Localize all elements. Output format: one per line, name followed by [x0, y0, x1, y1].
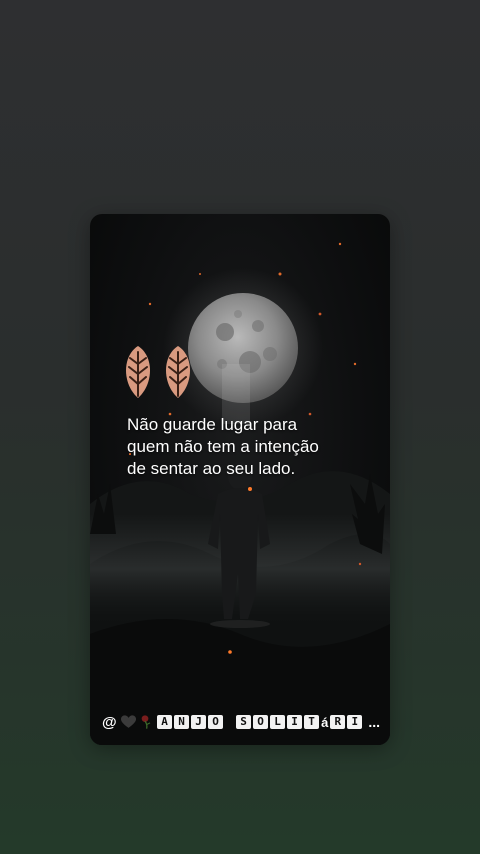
quote-line-1: Não guarde lugar para: [127, 415, 298, 434]
letter-box: S: [236, 715, 252, 729]
black-heart-icon: [120, 715, 136, 728]
quote-line-3: de sentar ao seu lado.: [127, 459, 296, 478]
wilted-rose-icon: [141, 715, 150, 729]
letter-box: T: [304, 715, 320, 729]
author-word-2: S O L I T á R I: [236, 714, 363, 730]
letter-box: A: [157, 715, 173, 729]
leaf-icon: [166, 346, 190, 398]
author-word-1: A N J O: [157, 715, 224, 729]
letter-box: O: [208, 715, 224, 729]
truncation-ellipsis: ...: [368, 714, 380, 730]
leaf-icons: [120, 344, 200, 404]
plain-letter: á: [321, 714, 329, 730]
letter-box: J: [191, 715, 207, 729]
letter-box: I: [287, 715, 303, 729]
quote-text: Não guarde lugar para quem não tem a int…: [127, 414, 367, 480]
letter-box: I: [347, 715, 363, 729]
letter-box: N: [174, 715, 190, 729]
author-handle[interactable]: @ A N J O S O L I T á R I ...: [102, 711, 380, 733]
story-card[interactable]: Não guarde lugar para quem não tem a int…: [90, 214, 390, 745]
leaf-icon: [126, 346, 150, 398]
letter-box: L: [270, 715, 286, 729]
quote-line-2: quem não tem a intenção: [127, 437, 319, 456]
at-sign: @: [102, 713, 117, 731]
letter-box: R: [330, 715, 346, 729]
letter-box: O: [253, 715, 269, 729]
